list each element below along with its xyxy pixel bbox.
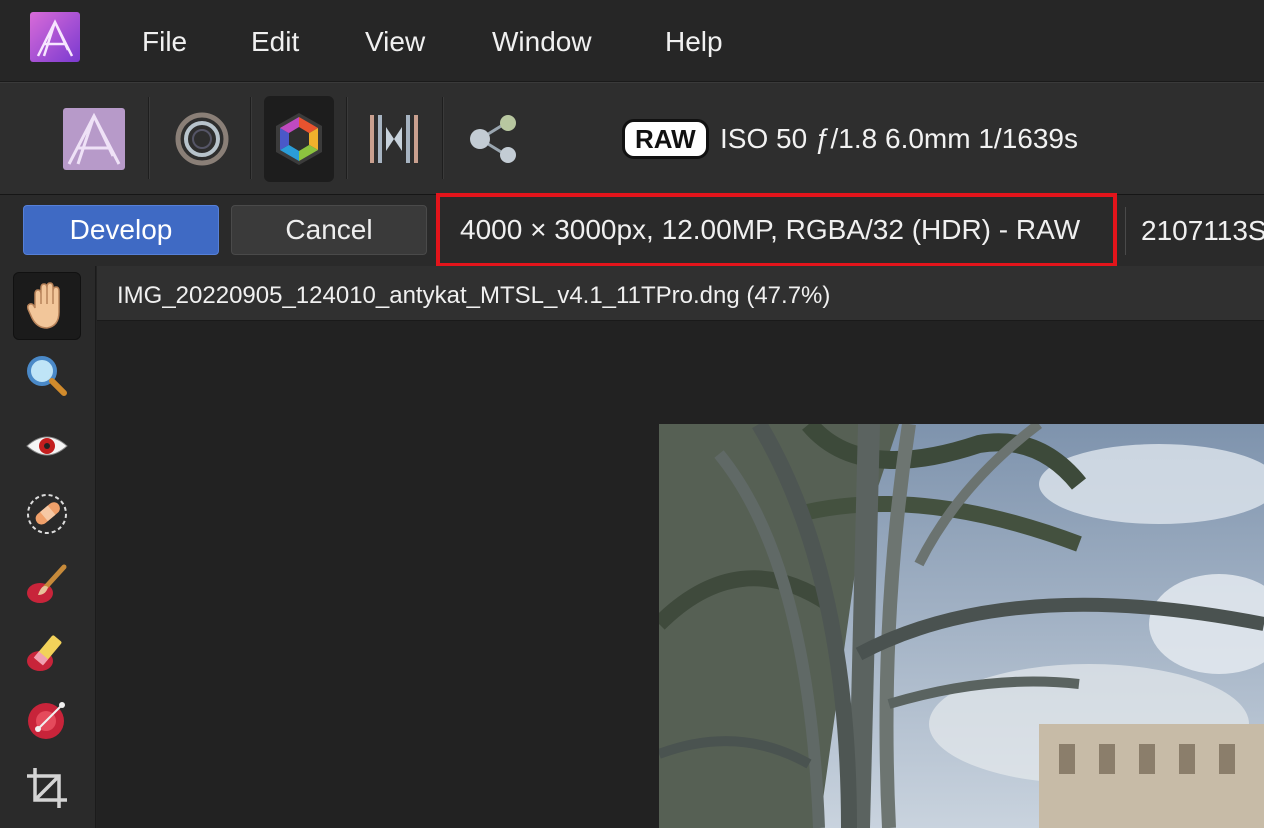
- develop-button[interactable]: Develop: [23, 205, 219, 255]
- canvas-area[interactable]: [97, 321, 1264, 828]
- camera-info-text: 2107113S: [1141, 215, 1264, 246]
- tools-panel: [0, 266, 96, 828]
- menu-bar: File Edit View Window Help: [0, 0, 1264, 82]
- affinity-photo-logo-icon[interactable]: [30, 12, 80, 62]
- context-separator: [1125, 207, 1126, 255]
- overlay-gradient-tool-icon[interactable]: [13, 686, 81, 754]
- menu-view[interactable]: View: [365, 26, 425, 58]
- tone-mapping-persona-icon[interactable]: [352, 96, 436, 182]
- toolbar-separator: [148, 97, 150, 179]
- document-tab[interactable]: IMG_20220905_124010_antykat_MTSL_v4.1_11…: [97, 266, 1264, 321]
- develop-persona-icon[interactable]: [264, 96, 334, 182]
- overlay-erase-tool-icon[interactable]: [13, 618, 81, 686]
- persona-toolbar: RAW ISO 50 ƒ/1.8 6.0mm 1/1639s: [0, 82, 1264, 194]
- crop-tool-icon[interactable]: [13, 754, 81, 822]
- overlay-paint-tool-icon[interactable]: [13, 550, 81, 618]
- zoom-tool-icon[interactable]: [13, 342, 81, 410]
- exif-info: ISO 50 ƒ/1.8 6.0mm 1/1639s: [720, 123, 1078, 154]
- liquify-persona-icon[interactable]: [160, 96, 244, 182]
- cancel-button[interactable]: Cancel: [231, 205, 427, 255]
- toolbar-separator: [442, 97, 444, 179]
- document-title: IMG_20220905_124010_antykat_MTSL_v4.1_11…: [117, 282, 831, 309]
- view-tool-hand-icon[interactable]: [13, 272, 81, 340]
- menu-file[interactable]: File: [142, 26, 187, 58]
- image-info-highlight: 4000 × 3000px, 12.00MP, RGBA/32 (HDR) - …: [436, 193, 1117, 267]
- export-persona-icon[interactable]: [450, 96, 534, 182]
- context-toolbar: Develop Cancel 4000 × 3000px, 12.00MP, R…: [0, 193, 1264, 267]
- blemish-removal-tool-icon[interactable]: [13, 480, 81, 548]
- image-info-text: 4000 × 3000px, 12.00MP, RGBA/32 (HDR) - …: [460, 214, 1081, 245]
- red-eye-tool-icon[interactable]: [13, 412, 81, 480]
- photo-preview: [659, 424, 1264, 828]
- menu-help[interactable]: Help: [665, 26, 723, 58]
- toolbar-separator: [346, 97, 348, 179]
- menu-edit[interactable]: Edit: [251, 26, 299, 58]
- photo-persona-icon[interactable]: [52, 96, 136, 182]
- raw-badge: RAW: [622, 119, 709, 159]
- toolbar-separator: [250, 97, 252, 179]
- menu-window[interactable]: Window: [492, 26, 592, 58]
